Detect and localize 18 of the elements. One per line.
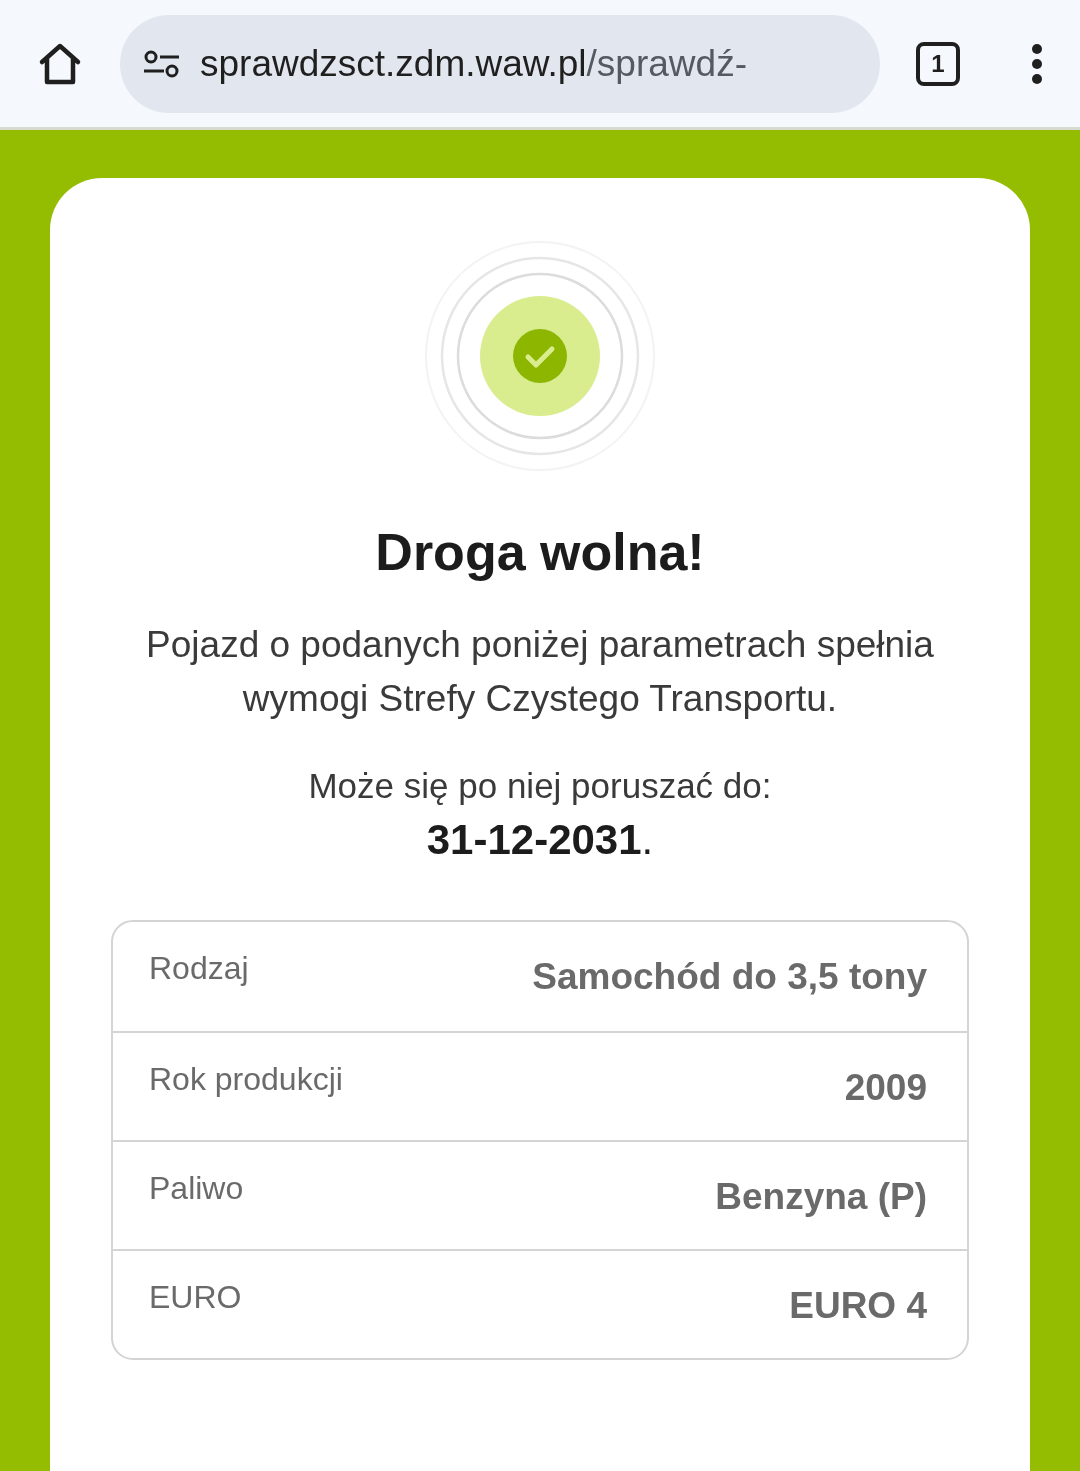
menu-icon[interactable] [1030,42,1044,85]
address-bar[interactable]: sprawdzsct.zdm.waw.pl/sprawdź- [120,14,880,113]
detail-value: 2009 [844,1067,927,1109]
site-settings-icon[interactable] [142,48,182,79]
detail-label: Paliwo [149,1170,244,1207]
result-title: Droga wolna! [375,522,705,582]
detail-label: Rok produkcji [149,1061,343,1098]
check-badge-icon [424,240,656,472]
url-text: sprawdzsct.zdm.waw.pl/sprawdź- [200,42,747,85]
validity-label: Może się po niej poruszać do: [308,766,772,806]
validity-date: 31-12-2031. [426,816,654,864]
detail-value: EURO 4 [789,1285,927,1327]
detail-label: EURO [149,1279,242,1316]
detail-value: Samochód do 3,5 tony [532,956,927,998]
detail-value: Benzyna (P) [715,1176,927,1218]
result-description: Pojazd o podanych poniżej parametrach spełnia wymogi Strefy Czystego Transportu. [145,623,935,721]
detail-label: Rodzaj [149,950,249,987]
tab-count-button[interactable]: 1 [916,41,960,86]
